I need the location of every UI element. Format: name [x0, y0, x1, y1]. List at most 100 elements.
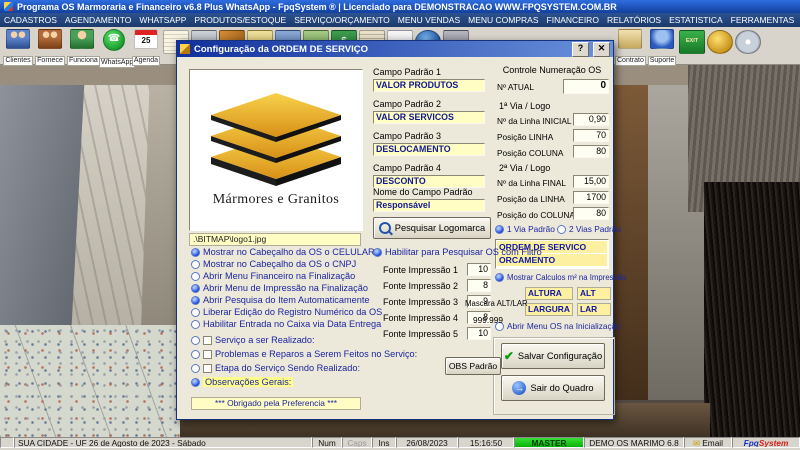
logo-preview-panel: Mármores e Granitos: [189, 69, 363, 231]
status-ins: Ins: [372, 437, 396, 448]
sub-checkbox-icon: [203, 349, 212, 359]
checkbox-pesquisa-item[interactable]: Abrir Pesquisa do Item Automaticamente: [191, 295, 369, 305]
fonte1-input[interactable]: 10: [467, 263, 491, 276]
radio-2-vias-label: 2 Vias Padrão: [569, 224, 621, 234]
checkbox-cnpj[interactable]: Mostrar no Cabeçalho da OS o CNPJ: [191, 259, 356, 269]
checkbox-mostrar-calculos[interactable]: Mostrar Calculos m² na Impressão: [495, 273, 626, 282]
menu-item-relatorios[interactable]: RELATÓRIOS: [603, 15, 665, 25]
brand-part-a: Fpq: [743, 438, 759, 448]
campo2-input[interactable]: VALOR SERVICOS: [373, 111, 485, 124]
menu-item-whatsapp[interactable]: WHATSAPP: [135, 15, 190, 25]
campo3-label: Campo Padrão 3: [373, 131, 442, 141]
pesquisar-logomarca-label: Pesquisar Logomarca: [394, 223, 486, 233]
dialog-help-button[interactable]: ?: [572, 41, 589, 57]
toolbar-agenda-label: Agenda: [131, 56, 161, 66]
status-indicator: [0, 437, 14, 448]
checkbox-liberar-edicao[interactable]: Liberar Edição do Registro Numérico da O…: [191, 307, 382, 317]
via2-header: 2ª Via / Logo: [499, 163, 551, 173]
toolbar-agenda-button[interactable]: 25 Agenda: [131, 28, 161, 67]
alt-cell[interactable]: ALT: [577, 287, 611, 300]
toolbar-fornecedor-button[interactable]: Fornece: [35, 28, 65, 67]
exit-icon[interactable]: EXIT: [679, 30, 705, 54]
status-caps: Caps: [342, 437, 372, 448]
support-icon: [650, 29, 674, 49]
checkbox-observacoes-gerais[interactable]: Observações Gerais:: [191, 377, 294, 387]
nome-campo-label: Nome do Campo Padrão: [373, 187, 473, 197]
atual-input[interactable]: 0: [563, 79, 609, 94]
checkbox-icon: [191, 247, 200, 257]
status-master-badge: MASTER: [514, 437, 584, 448]
clients-icon: [6, 29, 30, 49]
pesquisar-logomarca-button[interactable]: Pesquisar Logomarca: [373, 217, 491, 239]
menu-bar: CADASTROS AGENDAMENTO WHATSAPP PRODUTOS/…: [0, 13, 800, 27]
checkbox-menu-impressao[interactable]: Abrir Menu de Impressão na Finalização: [191, 283, 368, 293]
menu-item-ferramentas[interactable]: FERRAMENTAS: [727, 15, 799, 25]
menu-item-servico-orcamento[interactable]: SERVIÇO/ORÇAMENTO: [290, 15, 394, 25]
largura-cell[interactable]: LARGURA: [525, 303, 573, 316]
radio-2-vias-padrao[interactable]: 2 Vias Padrão: [557, 224, 621, 234]
toolbar-whatsapp-button[interactable]: ☎ WhatsApp: [99, 28, 136, 69]
option-label: Problemas e Reparos a Serem Feitos no Se…: [215, 349, 418, 359]
menu-item-cadastros[interactable]: CADASTROS: [0, 15, 61, 25]
checkbox-menu-financeiro[interactable]: Abrir Menu Financeiro na Finalização: [191, 271, 355, 281]
checkbox-problemas-reparos[interactable]: Problemas e Reparos a Serem Feitos no Se…: [191, 349, 417, 359]
dialog-titlebar[interactable]: Configuração da ORDEM DE SERVIÇO ? ✕: [177, 41, 613, 57]
salvar-configuracao-button[interactable]: ✔ Salvar Configuração: [501, 343, 605, 369]
pos-coluna-input[interactable]: 80: [573, 145, 609, 158]
menu-item-produtos-estoque[interactable]: PRODUTOS/ESTOQUE: [190, 15, 290, 25]
lar-cell[interactable]: LAR: [577, 303, 611, 316]
menu-item-menu-compras[interactable]: MENU COMPRAS: [464, 15, 542, 25]
status-email-button[interactable]: ✉ Email: [684, 437, 732, 448]
wallpaper-texture: [704, 182, 800, 437]
pos-linha-input[interactable]: 70: [573, 129, 609, 142]
sair-do-quadro-button[interactable]: → Sair do Quadro: [501, 375, 605, 401]
checkbox-entrada-caixa[interactable]: Habilitar Entrada no Caixa via Data Entr…: [191, 319, 381, 329]
fonte2-input[interactable]: 8: [467, 279, 491, 292]
checkbox-filtro-os[interactable]: Habilitar para Pesquisar OS com Filtro: [373, 247, 542, 257]
toolbar-contrato-button[interactable]: Contrato: [615, 28, 646, 67]
menu-item-estatistica[interactable]: ESTATISTICA: [665, 15, 727, 25]
radio-1-via-padrao[interactable]: 1 Via Padrão: [495, 224, 555, 234]
logo-path-field[interactable]: .\BITMAP\logo1.jpg: [189, 233, 361, 246]
checkbox-abrir-menu-os[interactable]: Abrir Menu OS na Inicialização: [495, 321, 621, 331]
checkbox-icon: [191, 307, 200, 317]
campo2-label: Campo Padrão 2: [373, 99, 442, 109]
campo1-input[interactable]: VALOR PRODUTOS: [373, 79, 485, 92]
radio-icon: [495, 224, 504, 234]
status-time: 15:16:50: [458, 437, 514, 448]
toolbar-whatsapp-label: WhatsApp: [99, 58, 136, 68]
option-label: Mostrar no Cabeçalho da OS o CNPJ: [203, 259, 357, 269]
menu-item-agendamento[interactable]: AGENDAMENTO: [61, 15, 135, 25]
dialog-close-button[interactable]: ✕: [593, 41, 610, 57]
toolbar-clientes-label: Clientes: [3, 56, 33, 66]
fonte5-input[interactable]: 10: [467, 327, 491, 340]
checkbox-etapa-servico[interactable]: Etapa do Serviço Sendo Realizado:: [191, 363, 360, 373]
window-titlebar[interactable]: Programa OS Marmoraria e Financeiro v6.8…: [0, 0, 800, 13]
altura-cell[interactable]: ALTURA: [525, 287, 573, 300]
linha-final-input[interactable]: 15,00: [573, 175, 609, 188]
checkbox-servico-realizado[interactable]: Serviço a ser Realizado:: [191, 335, 315, 345]
toolbar-suporte-button[interactable]: Suporte: [647, 28, 677, 67]
mascara-value: 999.999: [473, 315, 503, 325]
cd-icon[interactable]: [735, 30, 761, 54]
checkbox-icon: [373, 247, 382, 257]
toolbar-clientes-button[interactable]: Clientes: [3, 28, 33, 67]
checkbox-celular[interactable]: Mostrar no Cabeçalho da OS o CELULAR: [191, 247, 375, 257]
dialog-body: Mármores e Granitos .\BITMAP\logo1.jpg C…: [177, 57, 626, 419]
coins-icon[interactable]: [707, 30, 733, 54]
campo3-input[interactable]: DESLOCAMENTO: [373, 143, 485, 156]
linha-inicial-input[interactable]: 0,90: [573, 113, 609, 126]
obs-padrao-button[interactable]: OBS Padrão: [445, 357, 501, 375]
toolbar-funcionario-button[interactable]: Funciona: [67, 28, 100, 67]
toolbar-contrato-label: Contrato: [615, 56, 646, 66]
fonte4-label: Fonte Impressão 4: [383, 313, 459, 323]
app-window: Programa OS Marmoraria e Financeiro v6.8…: [0, 0, 800, 450]
abrir-menu-os-label: Abrir Menu OS na Inicialização: [507, 321, 621, 331]
menu-item-menu-vendas[interactable]: MENU VENDAS: [394, 15, 464, 25]
status-email-label: Email: [702, 438, 723, 448]
nome-campo-input[interactable]: Responsável: [373, 199, 485, 212]
pos-linha2-input[interactable]: 1700: [573, 191, 609, 204]
status-num: Num: [312, 437, 342, 448]
pos-coluna2-input[interactable]: 80: [573, 207, 609, 220]
menu-item-financeiro[interactable]: FINANCEIRO: [543, 15, 603, 25]
